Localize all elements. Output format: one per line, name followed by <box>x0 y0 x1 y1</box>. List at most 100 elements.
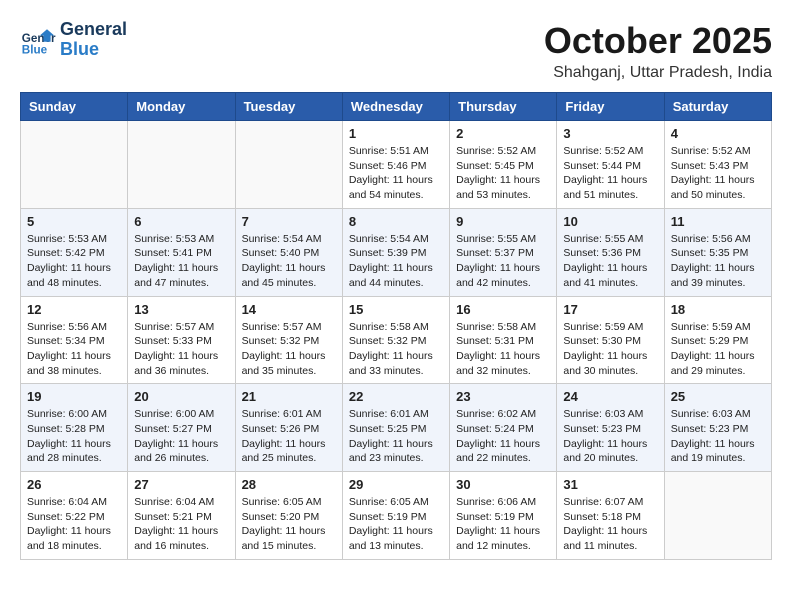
weekday-header-friday: Friday <box>557 93 664 121</box>
day-number: 1 <box>349 126 443 141</box>
calendar-cell: 25 Sunrise: 6:03 AM Sunset: 5:23 PM Dayli… <box>664 384 771 472</box>
calendar-week-row: 5 Sunrise: 5:53 AM Sunset: 5:42 PM Daylig… <box>21 208 772 296</box>
calendar-cell: 1 Sunrise: 5:51 AM Sunset: 5:46 PM Daylig… <box>342 121 449 209</box>
calendar-cell: 27 Sunrise: 6:04 AM Sunset: 5:21 PM Dayli… <box>128 472 235 560</box>
calendar-week-row: 1 Sunrise: 5:51 AM Sunset: 5:46 PM Daylig… <box>21 121 772 209</box>
calendar-week-row: 19 Sunrise: 6:00 AM Sunset: 5:28 PM Dayli… <box>21 384 772 472</box>
cell-info: Sunrise: 6:00 AM Sunset: 5:28 PM Dayligh… <box>27 407 121 466</box>
day-number: 26 <box>27 477 121 492</box>
logo-icon: General Blue <box>20 22 56 58</box>
day-number: 24 <box>563 389 657 404</box>
weekday-header-row: SundayMondayTuesdayWednesdayThursdayFrid… <box>21 93 772 121</box>
day-number: 23 <box>456 389 550 404</box>
calendar-cell: 15 Sunrise: 5:58 AM Sunset: 5:32 PM Dayli… <box>342 296 449 384</box>
weekday-header-thursday: Thursday <box>450 93 557 121</box>
cell-info: Sunrise: 6:00 AM Sunset: 5:27 PM Dayligh… <box>134 407 228 466</box>
calendar-cell <box>664 472 771 560</box>
day-number: 6 <box>134 214 228 229</box>
calendar-cell: 19 Sunrise: 6:00 AM Sunset: 5:28 PM Dayli… <box>21 384 128 472</box>
calendar-cell: 16 Sunrise: 5:58 AM Sunset: 5:31 PM Dayli… <box>450 296 557 384</box>
day-number: 9 <box>456 214 550 229</box>
day-number: 5 <box>27 214 121 229</box>
weekday-header-wednesday: Wednesday <box>342 93 449 121</box>
cell-info: Sunrise: 5:58 AM Sunset: 5:32 PM Dayligh… <box>349 320 443 379</box>
cell-info: Sunrise: 5:56 AM Sunset: 5:35 PM Dayligh… <box>671 232 765 291</box>
cell-info: Sunrise: 5:55 AM Sunset: 5:37 PM Dayligh… <box>456 232 550 291</box>
cell-info: Sunrise: 5:52 AM Sunset: 5:45 PM Dayligh… <box>456 144 550 203</box>
day-number: 27 <box>134 477 228 492</box>
logo-line2: Blue <box>60 40 127 60</box>
logo: General Blue General Blue <box>20 20 127 60</box>
calendar-cell <box>235 121 342 209</box>
cell-info: Sunrise: 6:01 AM Sunset: 5:26 PM Dayligh… <box>242 407 336 466</box>
day-number: 3 <box>563 126 657 141</box>
month-title: October 2025 <box>544 20 772 62</box>
cell-info: Sunrise: 6:01 AM Sunset: 5:25 PM Dayligh… <box>349 407 443 466</box>
calendar-cell: 11 Sunrise: 5:56 AM Sunset: 5:35 PM Dayli… <box>664 208 771 296</box>
calendar-cell: 26 Sunrise: 6:04 AM Sunset: 5:22 PM Dayli… <box>21 472 128 560</box>
calendar-table: SundayMondayTuesdayWednesdayThursdayFrid… <box>20 92 772 560</box>
calendar-cell: 9 Sunrise: 5:55 AM Sunset: 5:37 PM Daylig… <box>450 208 557 296</box>
calendar-cell: 4Sunrise: 5:52 AM Sunset: 5:43 PM Daylig… <box>664 121 771 209</box>
page-header: General Blue General Blue October 2025 S… <box>20 20 772 82</box>
cell-info: Sunrise: 5:59 AM Sunset: 5:30 PM Dayligh… <box>563 320 657 379</box>
day-number: 15 <box>349 302 443 317</box>
cell-info: Sunrise: 5:57 AM Sunset: 5:33 PM Dayligh… <box>134 320 228 379</box>
cell-info: Sunrise: 6:04 AM Sunset: 5:21 PM Dayligh… <box>134 495 228 554</box>
day-number: 12 <box>27 302 121 317</box>
calendar-cell: 31Sunrise: 6:07 AM Sunset: 5:18 PM Dayli… <box>557 472 664 560</box>
cell-info: Sunrise: 5:58 AM Sunset: 5:31 PM Dayligh… <box>456 320 550 379</box>
cell-info: Sunrise: 6:06 AM Sunset: 5:19 PM Dayligh… <box>456 495 550 554</box>
calendar-cell: 21Sunrise: 6:01 AM Sunset: 5:26 PM Dayli… <box>235 384 342 472</box>
cell-info: Sunrise: 6:03 AM Sunset: 5:23 PM Dayligh… <box>671 407 765 466</box>
day-number: 29 <box>349 477 443 492</box>
day-number: 11 <box>671 214 765 229</box>
day-number: 4 <box>671 126 765 141</box>
calendar-cell: 5 Sunrise: 5:53 AM Sunset: 5:42 PM Daylig… <box>21 208 128 296</box>
calendar-cell: 13Sunrise: 5:57 AM Sunset: 5:33 PM Dayli… <box>128 296 235 384</box>
cell-info: Sunrise: 5:54 AM Sunset: 5:40 PM Dayligh… <box>242 232 336 291</box>
day-number: 19 <box>27 389 121 404</box>
calendar-cell: 6Sunrise: 5:53 AM Sunset: 5:41 PM Daylig… <box>128 208 235 296</box>
calendar-cell: 7Sunrise: 5:54 AM Sunset: 5:40 PM Daylig… <box>235 208 342 296</box>
calendar-cell: 24 Sunrise: 6:03 AM Sunset: 5:23 PM Dayli… <box>557 384 664 472</box>
cell-info: Sunrise: 5:51 AM Sunset: 5:46 PM Dayligh… <box>349 144 443 203</box>
cell-info: Sunrise: 6:05 AM Sunset: 5:20 PM Dayligh… <box>242 495 336 554</box>
calendar-cell: 12 Sunrise: 5:56 AM Sunset: 5:34 PM Dayli… <box>21 296 128 384</box>
calendar-cell: 28 Sunrise: 6:05 AM Sunset: 5:20 PM Dayli… <box>235 472 342 560</box>
day-number: 22 <box>349 389 443 404</box>
cell-info: Sunrise: 5:55 AM Sunset: 5:36 PM Dayligh… <box>563 232 657 291</box>
calendar-cell: 2 Sunrise: 5:52 AM Sunset: 5:45 PM Daylig… <box>450 121 557 209</box>
weekday-header-sunday: Sunday <box>21 93 128 121</box>
calendar-cell: 3 Sunrise: 5:52 AM Sunset: 5:44 PM Daylig… <box>557 121 664 209</box>
calendar-cell: 23 Sunrise: 6:02 AM Sunset: 5:24 PM Dayli… <box>450 384 557 472</box>
cell-info: Sunrise: 5:59 AM Sunset: 5:29 PM Dayligh… <box>671 320 765 379</box>
cell-info: Sunrise: 5:54 AM Sunset: 5:39 PM Dayligh… <box>349 232 443 291</box>
cell-info: Sunrise: 6:02 AM Sunset: 5:24 PM Dayligh… <box>456 407 550 466</box>
day-number: 30 <box>456 477 550 492</box>
title-block: October 2025 Shahganj, Uttar Pradesh, In… <box>544 20 772 82</box>
weekday-header-saturday: Saturday <box>664 93 771 121</box>
logo-line1: General <box>60 20 127 40</box>
cell-info: Sunrise: 5:53 AM Sunset: 5:42 PM Dayligh… <box>27 232 121 291</box>
cell-info: Sunrise: 6:03 AM Sunset: 5:23 PM Dayligh… <box>563 407 657 466</box>
cell-info: Sunrise: 6:05 AM Sunset: 5:19 PM Dayligh… <box>349 495 443 554</box>
day-number: 25 <box>671 389 765 404</box>
cell-info: Sunrise: 5:56 AM Sunset: 5:34 PM Dayligh… <box>27 320 121 379</box>
weekday-header-monday: Monday <box>128 93 235 121</box>
calendar-cell: 30 Sunrise: 6:06 AM Sunset: 5:19 PM Dayli… <box>450 472 557 560</box>
weekday-header-tuesday: Tuesday <box>235 93 342 121</box>
cell-info: Sunrise: 5:57 AM Sunset: 5:32 PM Dayligh… <box>242 320 336 379</box>
cell-info: Sunrise: 5:52 AM Sunset: 5:44 PM Dayligh… <box>563 144 657 203</box>
calendar-cell: 22 Sunrise: 6:01 AM Sunset: 5:25 PM Dayli… <box>342 384 449 472</box>
cell-info: Sunrise: 6:04 AM Sunset: 5:22 PM Dayligh… <box>27 495 121 554</box>
day-number: 28 <box>242 477 336 492</box>
cell-info: Sunrise: 6:07 AM Sunset: 5:18 PM Dayligh… <box>563 495 657 554</box>
day-number: 2 <box>456 126 550 141</box>
day-number: 8 <box>349 214 443 229</box>
day-number: 18 <box>671 302 765 317</box>
calendar-cell: 10Sunrise: 5:55 AM Sunset: 5:36 PM Dayli… <box>557 208 664 296</box>
calendar-cell <box>128 121 235 209</box>
calendar-week-row: 26 Sunrise: 6:04 AM Sunset: 5:22 PM Dayli… <box>21 472 772 560</box>
day-number: 16 <box>456 302 550 317</box>
